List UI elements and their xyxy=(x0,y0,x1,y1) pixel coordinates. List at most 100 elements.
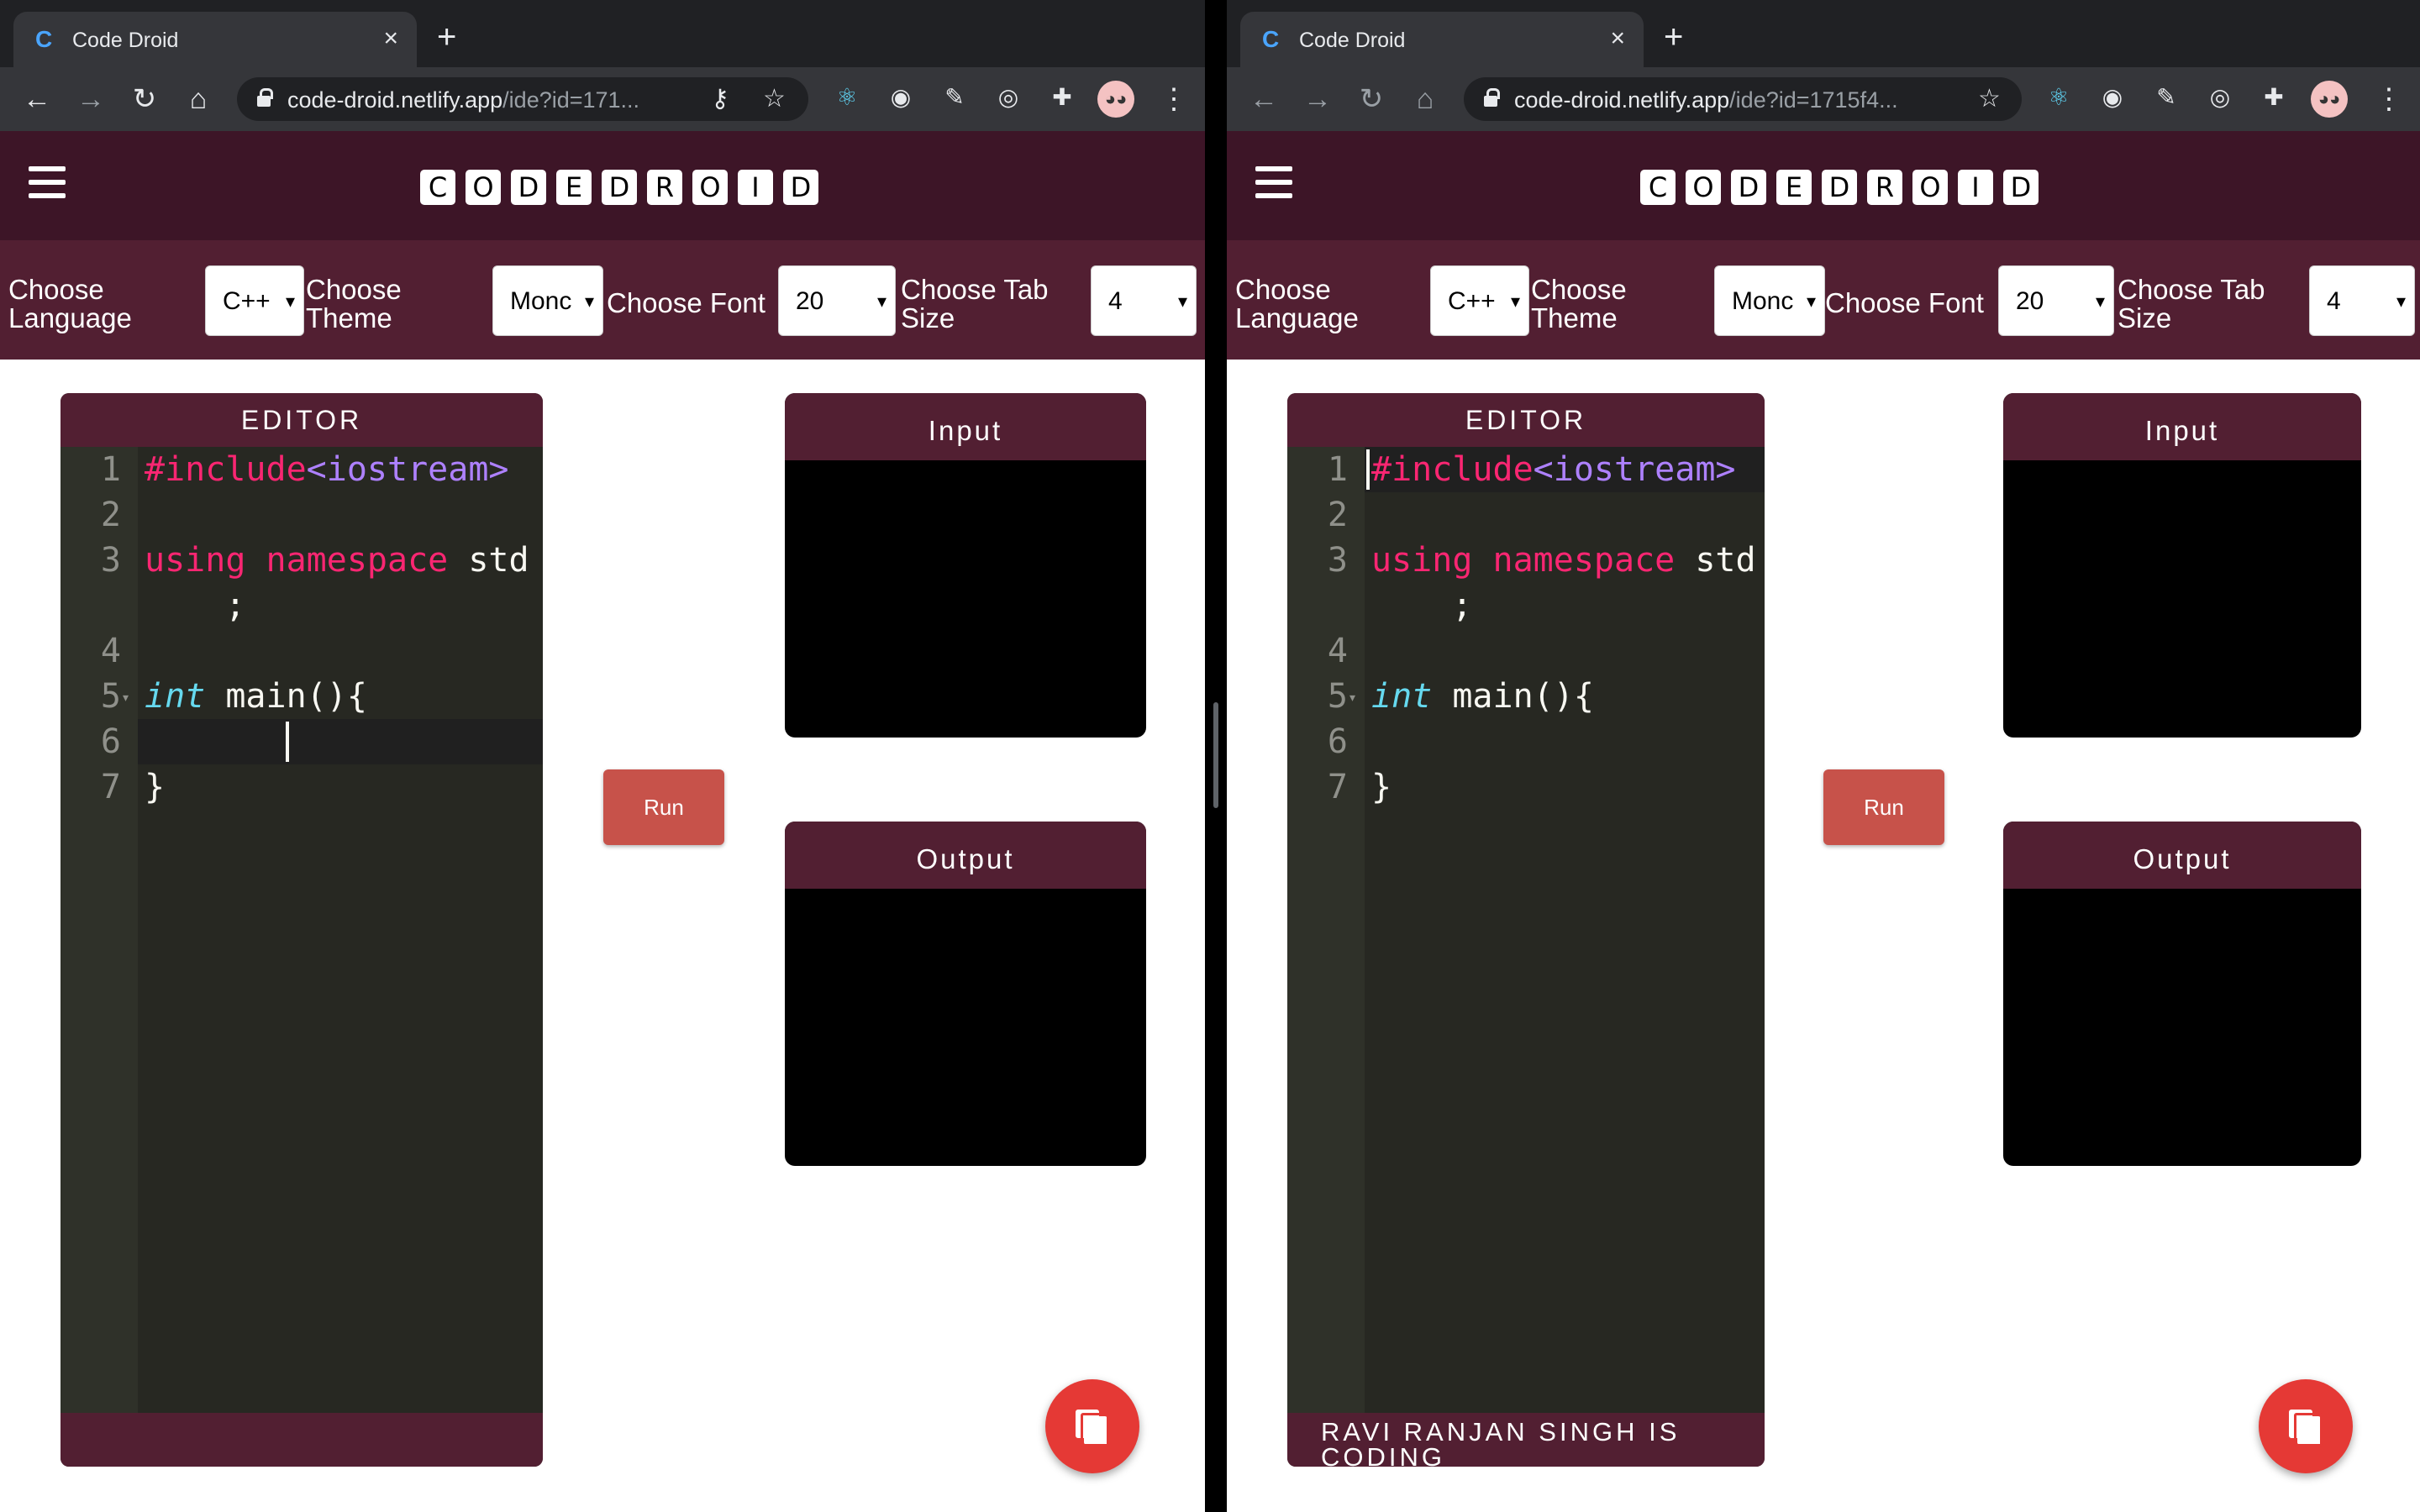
active-line-highlight xyxy=(138,719,543,764)
split-screen: C Code Droid × + ← → ↻ ⌂ code-droid.netl… xyxy=(0,0,2420,1512)
puzzle-extensions-icon[interactable]: ✚ xyxy=(1047,82,1077,113)
back-arrow-icon[interactable]: ← xyxy=(1245,81,1282,118)
extension-circle-icon[interactable]: ◉ xyxy=(2097,82,2128,113)
hamburger-menu-icon[interactable] xyxy=(1255,166,1292,200)
target-icon[interactable]: ◎ xyxy=(2205,82,2235,113)
address-bar[interactable]: code-droid.netlify.app/ide?id=1715f4... … xyxy=(1464,77,2022,121)
theme-select[interactable]: Monc ▾ xyxy=(492,265,603,336)
key-icon[interactable]: ⚷ xyxy=(711,86,729,113)
puzzle-extensions-icon[interactable]: ✚ xyxy=(2259,82,2289,113)
code-line: int main(){ xyxy=(1371,677,1594,716)
line-number: 5 xyxy=(1327,677,1348,716)
tab-close-icon[interactable]: × xyxy=(383,24,398,54)
code-line: #include<iostream> xyxy=(1371,450,1736,489)
line-number: 7 xyxy=(100,768,121,806)
tab-size-select[interactable]: 4 ▾ xyxy=(1091,265,1197,336)
theme-label: Choose Theme xyxy=(1531,274,1627,333)
input-panel[interactable]: Input xyxy=(785,393,1146,738)
star-icon[interactable]: ☆ xyxy=(1978,86,2001,113)
run-button[interactable]: Run xyxy=(603,769,724,845)
text-cursor xyxy=(286,722,289,762)
url-text: code-droid.netlify.app/ide?id=1715f4... xyxy=(1514,87,1898,113)
theme-label: Choose Theme xyxy=(306,274,402,333)
fold-arrow-icon[interactable]: ▾ xyxy=(123,690,129,705)
font-select[interactable]: 20 ▾ xyxy=(1998,265,2114,336)
home-icon[interactable]: ⌂ xyxy=(180,81,217,118)
tab-strip: C Code Droid × + xyxy=(0,0,1205,67)
line-number: 4 xyxy=(100,632,121,670)
target-icon[interactable]: ◎ xyxy=(993,82,1023,113)
input-panel[interactable]: Input xyxy=(2003,393,2361,738)
tab-close-icon[interactable]: × xyxy=(1610,24,1625,54)
address-bar[interactable]: code-droid.netlify.app/ide?id=171... ⚷ ☆ xyxy=(237,77,808,121)
chevron-down-icon: ▾ xyxy=(1510,291,1520,312)
browser-tab[interactable]: C Code Droid × xyxy=(13,12,417,67)
run-button[interactable]: Run xyxy=(1823,769,1944,845)
code-line: #include<iostream> xyxy=(145,450,509,489)
tab-size-label: Choose Tab Size xyxy=(901,274,1049,333)
react-devtools-icon[interactable]: ⚛ xyxy=(2044,82,2074,113)
forward-arrow-icon[interactable]: → xyxy=(1299,81,1336,118)
forward-arrow-icon[interactable]: → xyxy=(72,81,109,118)
line-number: 2 xyxy=(1327,496,1348,534)
line-number: 1 xyxy=(100,450,121,489)
settings-bar: Choose Language C++ ▾ Choose Theme Monc ▾ … xyxy=(0,240,1205,360)
browser-tab[interactable]: C Code Droid × xyxy=(1240,12,1644,67)
new-tab-button[interactable]: + xyxy=(437,20,456,54)
new-tab-button[interactable]: + xyxy=(1664,20,1683,54)
line-number: 2 xyxy=(100,496,121,534)
line-number: 3 xyxy=(1327,541,1348,580)
codedroid-logo: CODEDROID xyxy=(1640,170,2039,205)
code-editor: EDITOR 1 2 3 4 5 ▾ 6 7 #include<iostream… xyxy=(60,393,543,1467)
chevron-down-icon: ▾ xyxy=(2396,291,2406,312)
tab-size-select[interactable]: 4 ▾ xyxy=(2309,265,2415,336)
color-picker-icon[interactable]: ✎ xyxy=(939,82,970,113)
input-title: Input xyxy=(785,393,1146,460)
line-number: 3 xyxy=(100,541,121,580)
copy-link-button[interactable] xyxy=(2259,1379,2353,1473)
chevron-down-icon: ▾ xyxy=(876,291,886,312)
theme-select[interactable]: Monc ▾ xyxy=(1714,265,1825,336)
reload-icon[interactable]: ↻ xyxy=(126,81,163,118)
hamburger-menu-icon[interactable] xyxy=(29,166,66,200)
line-number: 7 xyxy=(1327,768,1348,806)
code-input-area[interactable]: #include<iostream> using namespace std ;… xyxy=(138,447,543,1413)
font-label: Choose Font xyxy=(607,287,765,318)
fold-arrow-icon[interactable]: ▾ xyxy=(1349,690,1355,705)
code-input-area[interactable]: #include<iostream> using namespace std ;… xyxy=(1365,447,1765,1413)
color-picker-icon[interactable]: ✎ xyxy=(2151,82,2181,113)
code-line-wrap: ; xyxy=(225,586,246,625)
divider-handle[interactable] xyxy=(1213,702,1218,808)
url-text: code-droid.netlify.app/ide?id=171... xyxy=(287,87,640,113)
right-browser-window: C Code Droid × + ← → ↻ ⌂ code-droid.netl… xyxy=(1227,0,2420,1512)
font-label: Choose Font xyxy=(1825,287,1984,318)
split-divider[interactable] xyxy=(1205,0,1227,1512)
code-editor: EDITOR 1 2 3 4 5 ▾ 6 7 #include<iostream… xyxy=(1287,393,1765,1467)
star-icon[interactable]: ☆ xyxy=(763,86,786,113)
code-line: int main(){ xyxy=(145,677,367,716)
extension-circle-icon[interactable]: ◉ xyxy=(886,82,916,113)
language-label: Choose Language xyxy=(8,274,132,333)
font-select[interactable]: 20 ▾ xyxy=(778,265,896,336)
kebab-menu-icon[interactable]: ⋮ xyxy=(1160,81,1188,118)
chevron-down-icon: ▾ xyxy=(1806,291,1816,312)
lock-icon xyxy=(257,88,273,107)
profile-avatar[interactable]: ◕◕ xyxy=(2311,81,2348,118)
chevron-down-icon: ▾ xyxy=(1177,291,1187,312)
reload-icon[interactable]: ↻ xyxy=(1353,81,1390,118)
profile-avatar[interactable]: ◕◕ xyxy=(1097,81,1134,118)
kebab-menu-icon[interactable]: ⋮ xyxy=(2375,81,2403,118)
tab-title: Code Droid xyxy=(72,29,179,52)
language-select[interactable]: C++ ▾ xyxy=(205,265,304,336)
line-number: 4 xyxy=(1327,632,1348,670)
home-icon[interactable]: ⌂ xyxy=(1407,81,1444,118)
language-select[interactable]: C++ ▾ xyxy=(1430,265,1529,336)
react-devtools-icon[interactable]: ⚛ xyxy=(832,82,862,113)
copy-link-button[interactable] xyxy=(1045,1379,1139,1473)
app-header: CODEDROID xyxy=(1227,131,2420,240)
editor-footer: RAVI RANJAN SINGH IS CODING xyxy=(1287,1413,1765,1467)
output-panel: Output xyxy=(785,822,1146,1166)
editor-title: EDITOR xyxy=(60,393,543,447)
output-title: Output xyxy=(2003,822,2361,889)
back-arrow-icon[interactable]: ← xyxy=(18,81,55,118)
